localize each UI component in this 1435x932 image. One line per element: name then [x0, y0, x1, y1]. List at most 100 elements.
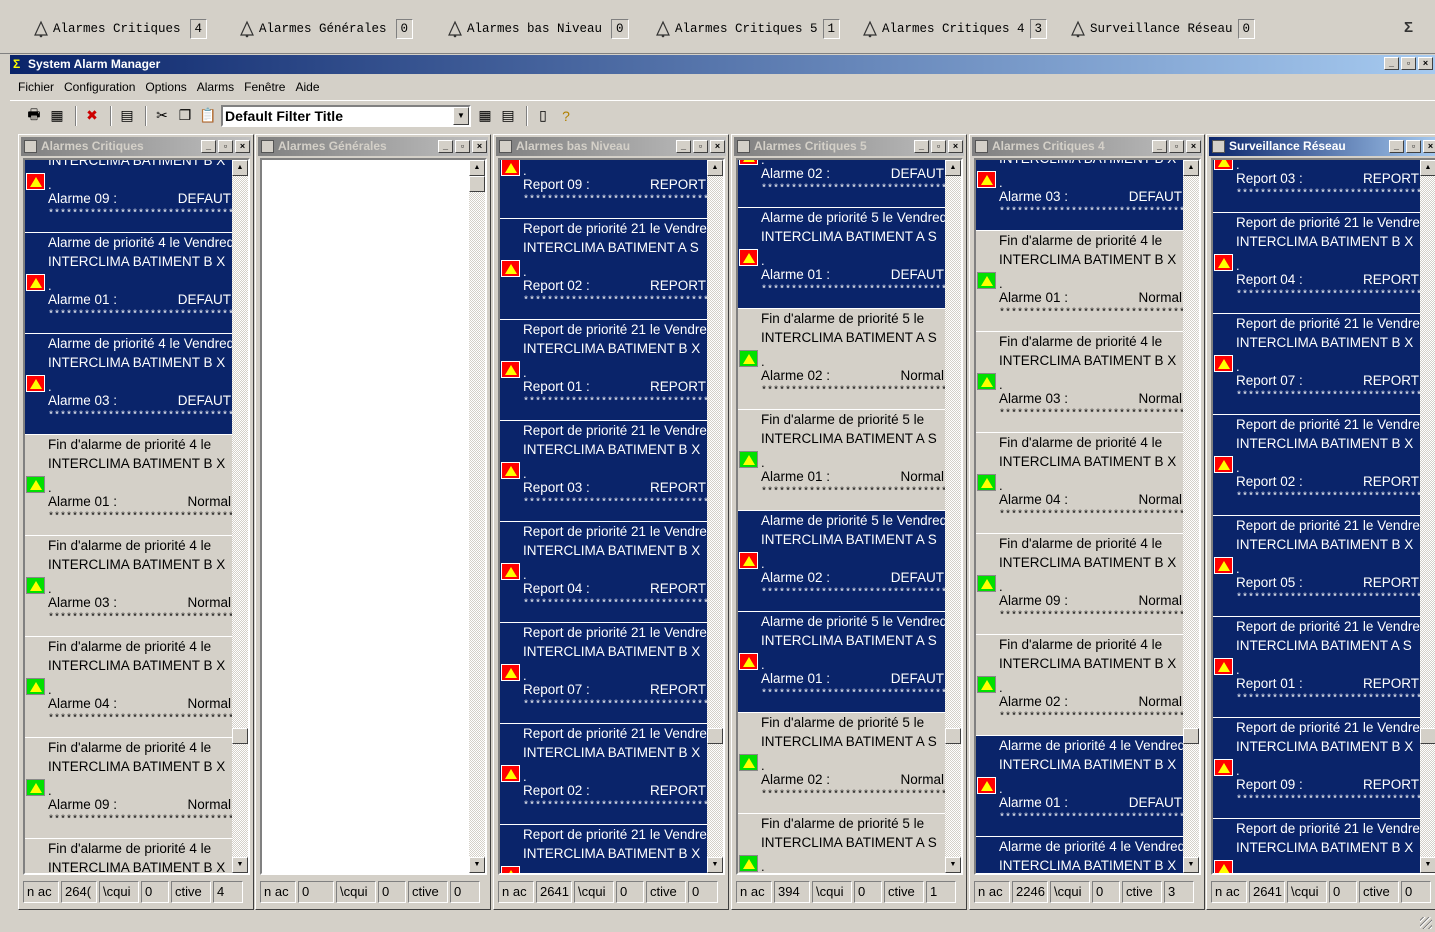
alarm-entry[interactable]: Fin d'alarme de priorité 4 le INTERCLIMA … — [25, 637, 232, 738]
close-icon[interactable]: × — [472, 140, 487, 153]
minimize-icon[interactable]: _ — [914, 140, 929, 153]
form-icon[interactable]: ▤ — [498, 106, 518, 126]
alarm-entry[interactable]: Fin d'alarme de priorité 4 le INTERCLIMA … — [976, 635, 1183, 736]
alarm-entry[interactable]: Report de priorité 21 le VendrediINTERCL… — [500, 724, 707, 825]
alarm-entry[interactable]: Alarme de priorité 4 le VendrediINTERCLI… — [976, 837, 1183, 873]
close-icon[interactable]: × — [948, 140, 963, 153]
minimize-icon[interactable]: _ — [1152, 140, 1167, 153]
alarm-entry[interactable]: Report de priorité 21 le VendrediINTERCL… — [500, 825, 707, 873]
filter-select[interactable]: Default Filter Title ▼ — [221, 104, 471, 127]
vertical-scrollbar[interactable]: ▲ ▼ — [469, 160, 485, 873]
sigma-icon[interactable]: Σ — [1404, 19, 1413, 36]
alarm-entry[interactable]: Report de priorité 21 le VendrediINTERCL… — [1213, 213, 1420, 314]
alarm-entry[interactable]: Alarme de priorité 5 le VendrediINTERCLI… — [738, 160, 945, 208]
vertical-scrollbar[interactable]: ▲ ▼ — [232, 160, 248, 873]
restore-icon[interactable]: ▫ — [693, 140, 708, 153]
alarm-entry[interactable]: Alarme de priorité 5 le VendrediINTERCLI… — [738, 612, 945, 713]
minimize-icon[interactable]: _ — [1389, 140, 1404, 153]
alarm-list[interactable]: ▲ ▼ — [260, 158, 487, 875]
minimize-icon[interactable]: _ — [201, 140, 216, 153]
alarm-entry[interactable]: Fin d'alarme de priorité 4 le INTERCLIMA … — [25, 536, 232, 637]
calculator-icon[interactable]: ▤ — [117, 106, 137, 126]
alarm-entry[interactable]: Fin d'alarme de priorité 5 le INTERCLIMA … — [738, 410, 945, 511]
alarm-entry[interactable]: Fin d'alarme de priorité 4 le INTERCLIMA … — [25, 738, 232, 839]
alarm-entry[interactable]: Alarme de priorité 4 le VendrediINTERCLI… — [976, 160, 1183, 231]
scroll-up-icon[interactable]: ▲ — [1183, 160, 1199, 176]
alarm-entry[interactable]: Fin d'alarme de priorité 4 le INTERCLIMA … — [976, 433, 1183, 534]
alarm-list[interactable]: Alarme de priorité 4 le Vendredi INTERCLI… — [974, 158, 1201, 875]
print-icon[interactable]: 🖶 — [24, 106, 44, 126]
minimize-icon[interactable]: _ — [1384, 57, 1399, 70]
copy-icon[interactable]: ❐ — [175, 106, 195, 126]
resize-grip[interactable] — [1420, 917, 1432, 929]
scroll-down-icon[interactable]: ▼ — [1183, 857, 1199, 873]
scroll-down-icon[interactable]: ▼ — [232, 857, 248, 873]
taskbar-button-2[interactable]: Alarmes bas Niveau 0 — [446, 15, 629, 42]
alarm-entry[interactable]: Report de priorité 21 le VendrediINTERCL… — [500, 623, 707, 724]
grid-icon[interactable]: ▦ — [475, 106, 495, 126]
scroll-up-icon[interactable]: ▲ — [707, 160, 723, 176]
scroll-thumb[interactable] — [469, 176, 485, 192]
alarm-entry[interactable]: Report de priorité 21 le VendrediINTERCL… — [1213, 617, 1420, 718]
alarm-entry[interactable]: Alarme de priorité 4 le VendrediINTERCLI… — [25, 334, 232, 435]
menu-options[interactable]: Options — [144, 80, 187, 94]
close-icon[interactable]: × — [235, 140, 250, 153]
menu-configuration[interactable]: Configuration — [63, 80, 136, 94]
close-icon[interactable]: × — [1423, 140, 1435, 153]
alarm-entry[interactable]: Report de priorité 21 le VendrediINTERCL… — [1213, 160, 1420, 213]
clear-alarm-icon[interactable]: ✖ — [82, 106, 102, 126]
taskbar-button-0[interactable]: Alarmes Critiques 4 — [32, 15, 208, 42]
menu-alarms[interactable]: Alarms — [196, 80, 235, 94]
alarm-entry[interactable]: Fin d'alarme de priorité 4 le INTERCLIMA … — [976, 332, 1183, 433]
panel-title-bar[interactable]: Alarmes Critiques 5 _ ▫ × — [734, 137, 964, 156]
scroll-up-icon[interactable]: ▲ — [232, 160, 248, 176]
restore-icon[interactable]: ▫ — [1169, 140, 1184, 153]
scroll-thumb[interactable] — [232, 728, 248, 744]
restore-icon[interactable]: ▫ — [1401, 57, 1416, 70]
menu-fenetre[interactable]: Fenêtre — [243, 80, 286, 94]
alarm-entry[interactable]: Fin d'alarme de priorité 5 le INTERCLIMA … — [738, 814, 945, 873]
panel-title-bar[interactable]: Alarmes bas Niveau _ ▫ × — [496, 137, 726, 156]
alarm-entry[interactable]: Fin d'alarme de priorité 5 le INTERCLIMA … — [738, 713, 945, 814]
menu-aide[interactable]: Aide — [294, 80, 320, 94]
restore-icon[interactable]: ▫ — [931, 140, 946, 153]
alarm-entry[interactable]: Report de priorité 21 le VendrediINTERCL… — [500, 160, 707, 219]
scroll-thumb[interactable] — [1420, 728, 1435, 744]
alarm-entry[interactable]: Report de priorité 21 le VendrediINTERCL… — [1213, 819, 1420, 873]
close-icon[interactable]: × — [1186, 140, 1201, 153]
alarm-entry[interactable]: Report de priorité 21 le VendrediINTERCL… — [500, 219, 707, 320]
vertical-scrollbar[interactable]: ▲ ▼ — [1420, 160, 1435, 873]
alarm-entry[interactable]: Fin d'alarme de priorité 4 le INTERCLIMA … — [25, 839, 232, 873]
restore-icon[interactable]: ▫ — [1406, 140, 1421, 153]
chevron-down-icon[interactable]: ▼ — [453, 106, 469, 125]
alarm-entry[interactable]: Fin d'alarme de priorité 5 le INTERCLIMA … — [738, 309, 945, 410]
alarm-entry[interactable]: Report de priorité 21 le VendrediINTERCL… — [1213, 516, 1420, 617]
alarm-entry[interactable]: Alarme de priorité 4 le VendrediINTERCLI… — [25, 233, 232, 334]
scroll-thumb[interactable] — [707, 728, 723, 744]
taskbar-button-3[interactable]: Alarmes Critiques 5 1 — [654, 15, 841, 42]
panel-title-bar[interactable]: Alarmes Critiques 4 _ ▫ × — [972, 137, 1202, 156]
alarm-entry[interactable]: Report de priorité 21 le VendrediINTERCL… — [1213, 314, 1420, 415]
taskbar-button-1[interactable]: Alarmes Générales 0 — [238, 15, 414, 42]
scroll-up-icon[interactable]: ▲ — [945, 160, 961, 176]
scroll-down-icon[interactable]: ▼ — [707, 857, 723, 873]
scroll-up-icon[interactable]: ▲ — [1420, 160, 1435, 176]
vertical-scrollbar[interactable]: ▲ ▼ — [1183, 160, 1199, 873]
alarm-entry[interactable]: Fin d'alarme de priorité 4 le INTERCLIMA … — [976, 231, 1183, 332]
restore-icon[interactable]: ▫ — [455, 140, 470, 153]
panel-title-bar[interactable]: Alarmes Générales _ ▫ × — [258, 137, 488, 156]
alarm-list[interactable]: Alarme de priorité 4 le Vendredi INTERCLI… — [23, 158, 250, 875]
taskbar-button-4[interactable]: Alarmes Critiques 4 3 — [861, 15, 1048, 42]
alarm-entry[interactable]: Alarme de priorité 5 le VendrediINTERCLI… — [738, 511, 945, 612]
help-icon[interactable]: ? — [556, 106, 576, 126]
minimize-icon[interactable]: _ — [676, 140, 691, 153]
alarm-list[interactable]: Report de priorité 21 le Vendredi INTERCL… — [498, 158, 725, 875]
alarm-entry[interactable]: Fin d'alarme de priorité 4 le INTERCLIMA … — [976, 534, 1183, 635]
alarm-entry[interactable]: Alarme de priorité 5 le VendrediINTERCLI… — [738, 208, 945, 309]
scroll-down-icon[interactable]: ▼ — [945, 857, 961, 873]
taskbar-button-5[interactable]: Surveillance Réseau 0 — [1069, 15, 1256, 42]
close-icon[interactable]: × — [710, 140, 725, 153]
alarm-entry[interactable]: Report de priorité 21 le VendrediINTERCL… — [500, 320, 707, 421]
alarm-entry[interactable]: Fin d'alarme de priorité 4 le INTERCLIMA … — [25, 435, 232, 536]
cut-icon[interactable]: ✂ — [152, 106, 172, 126]
